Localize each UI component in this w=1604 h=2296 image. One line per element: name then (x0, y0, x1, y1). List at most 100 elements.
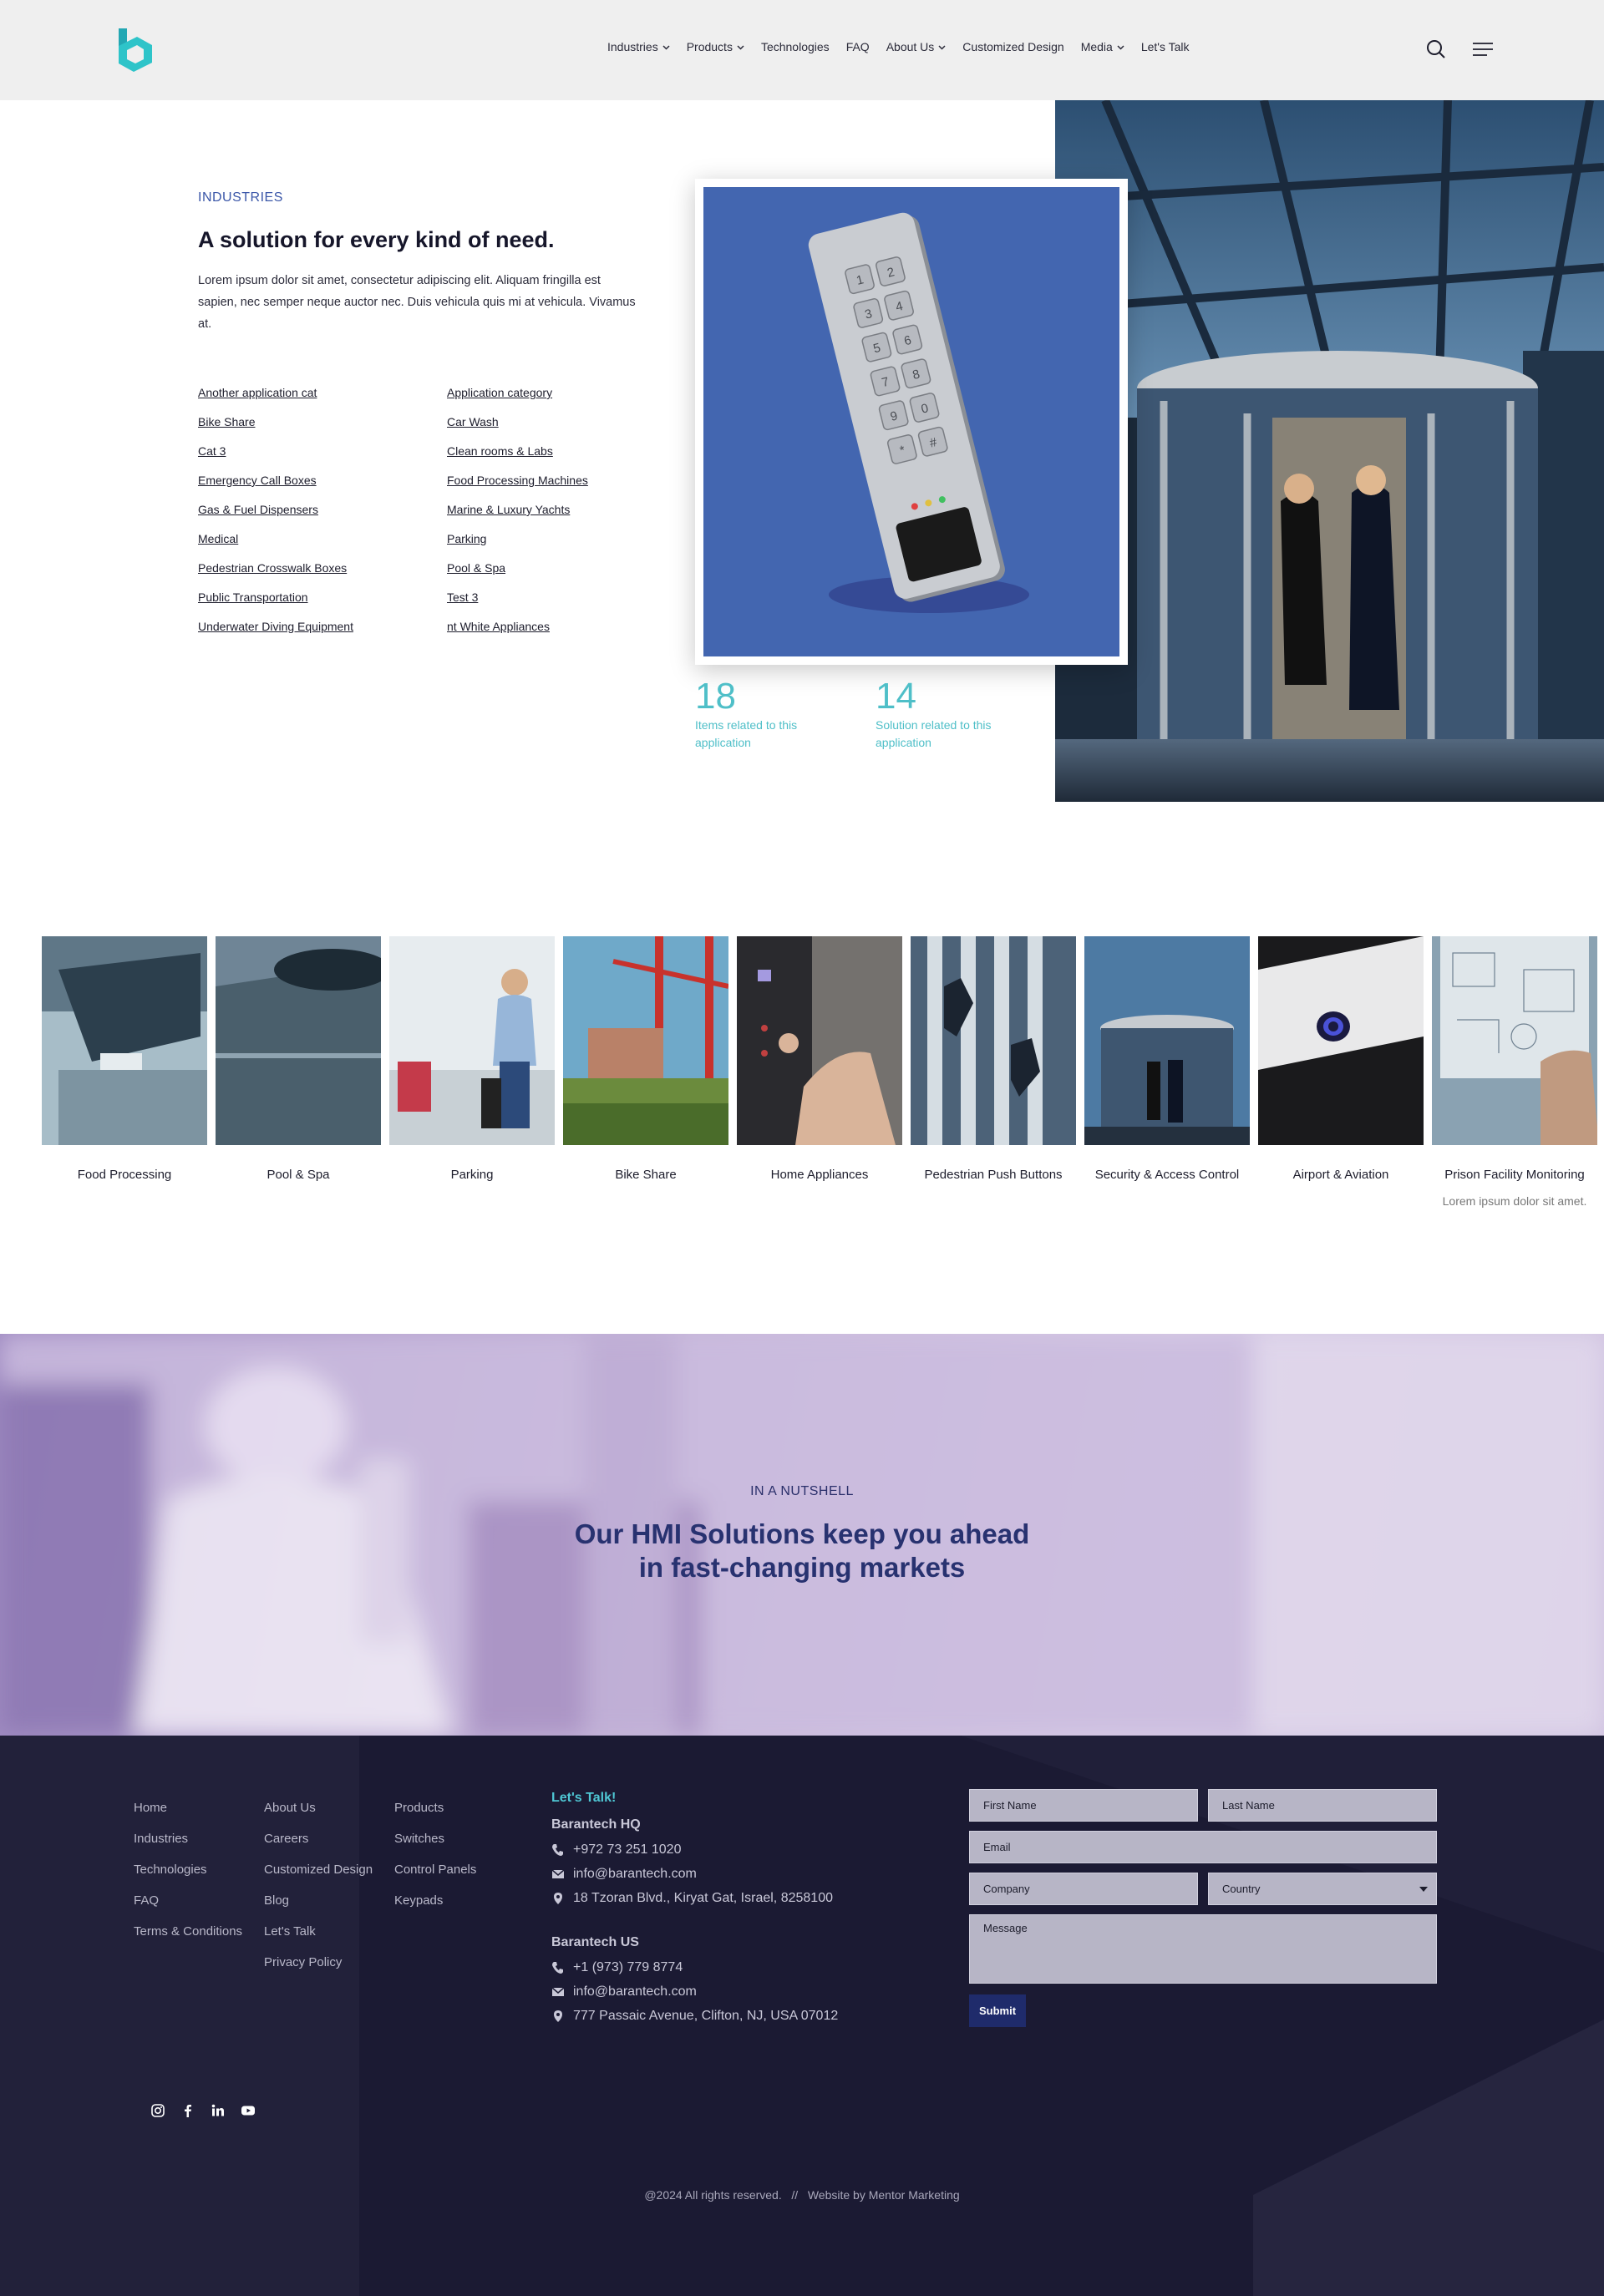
nav-item-customized-design[interactable]: Customized Design (962, 40, 1063, 53)
keypad-key: # (917, 426, 948, 457)
nutshell-title-line2: in fast-changing markets (638, 1552, 966, 1583)
category-image[interactable] (216, 936, 381, 1145)
us-email[interactable]: info@barantech.com (573, 1979, 697, 2004)
category-label[interactable]: Home Appliances (737, 1165, 902, 1185)
youtube-icon[interactable] (241, 2103, 256, 2118)
category-image[interactable] (42, 936, 207, 1145)
category-card[interactable]: Airport & Aviation (1258, 936, 1424, 1211)
footer-link[interactable]: Home (134, 1792, 242, 1823)
footer-link[interactable]: Control Panels (394, 1854, 476, 1885)
keypad-key: 2 (876, 256, 906, 286)
nav-item-technologies[interactable]: Technologies (761, 40, 830, 53)
industry-link[interactable]: Food Processing Machines (447, 474, 666, 487)
industry-link[interactable]: Pool & Spa (447, 561, 666, 575)
nav-item-faq[interactable]: FAQ (846, 40, 870, 53)
industry-link[interactable]: Test 3 (447, 590, 666, 604)
keypad-key: 8 (901, 358, 931, 389)
footer-link[interactable]: Careers (264, 1823, 373, 1854)
industry-link[interactable]: Medical (198, 532, 447, 545)
category-label[interactable]: Food Processing (42, 1165, 207, 1185)
category-card[interactable]: Security & Access Control (1084, 936, 1250, 1211)
category-label[interactable]: Pedestrian Push Buttons (911, 1165, 1076, 1185)
nav-item-let-s-talk[interactable]: Let's Talk (1141, 40, 1190, 53)
hero-paragraph: Lorem ipsum dolor sit amet, consectetur … (198, 274, 636, 331)
first-name-field[interactable]: First Name (969, 1789, 1198, 1822)
search-icon[interactable] (1425, 38, 1447, 60)
category-image[interactable] (1432, 936, 1597, 1145)
nav-item-industries[interactable]: Industries (607, 40, 670, 53)
footer-link[interactable]: Privacy Policy (264, 1947, 373, 1978)
linkedin-icon[interactable] (211, 2103, 226, 2118)
industry-link[interactable]: Cat 3 (198, 444, 447, 458)
nav-item-label: About Us (886, 40, 935, 53)
category-card[interactable]: Pedestrian Push Buttons (911, 936, 1076, 1211)
social-links (150, 2103, 256, 2118)
industry-link[interactable]: Bike Share (198, 415, 447, 428)
message-field[interactable]: Message (969, 1914, 1437, 1984)
category-label[interactable]: Parking (389, 1165, 555, 1185)
industry-link[interactable]: Pedestrian Crosswalk Boxes (198, 561, 447, 575)
industry-link[interactable]: Emergency Call Boxes (198, 474, 447, 487)
us-address: 777 Passaic Avenue, Clifton, NJ, USA 070… (573, 2009, 839, 2023)
category-card[interactable]: Home Appliances (737, 936, 902, 1211)
footer-link[interactable]: About Us (264, 1792, 373, 1823)
category-label[interactable]: Airport & Aviation (1258, 1165, 1424, 1185)
category-card[interactable]: Prison Facility Monitoring Lorem ipsum do… (1432, 936, 1597, 1211)
footer-link[interactable]: Switches (394, 1823, 476, 1854)
submit-button[interactable]: Submit (969, 1994, 1027, 2027)
category-card[interactable]: Parking (389, 936, 555, 1211)
last-name-field[interactable]: Last Name (1208, 1789, 1437, 1822)
industry-link[interactable]: Another application cat (198, 386, 447, 399)
hq-phone[interactable]: +972 73 251 1020 (573, 1837, 681, 1862)
industry-link[interactable]: Car Wash (447, 415, 666, 428)
category-image[interactable] (1084, 936, 1250, 1145)
industry-link[interactable]: nt White Appliances (447, 620, 666, 633)
main-nav: Industries Products Technologies FAQ About U… (607, 40, 1206, 53)
category-image[interactable] (1258, 936, 1424, 1145)
footer-link[interactable]: Customized Design (264, 1854, 373, 1885)
footer-link[interactable]: Let's Talk (264, 1916, 373, 1947)
industry-link[interactable]: Marine & Luxury Yachts (447, 503, 666, 516)
email-field[interactable]: Email (969, 1831, 1437, 1863)
category-image[interactable] (389, 936, 555, 1145)
category-description: Lorem ipsum dolor sit amet. (1442, 1194, 1587, 1208)
nav-item-media[interactable]: Media (1081, 40, 1124, 53)
category-image[interactable] (911, 936, 1076, 1145)
industry-link[interactable]: Parking (447, 532, 666, 545)
category-label[interactable]: Bike Share (563, 1165, 728, 1185)
footer-link[interactable]: Keypads (394, 1885, 476, 1916)
company-field[interactable]: Company (969, 1873, 1198, 1905)
nav-item-products[interactable]: Products (687, 40, 744, 53)
nav-item-about-us[interactable]: About Us (886, 40, 947, 53)
category-card[interactable]: Bike Share (563, 936, 728, 1211)
category-card[interactable]: Food Processing (42, 936, 207, 1211)
hq-email[interactable]: info@barantech.com (573, 1862, 697, 1886)
footer-link[interactable]: Industries (134, 1823, 242, 1854)
country-select[interactable]: Country (1208, 1873, 1437, 1905)
keypad-key: 0 (909, 393, 940, 423)
category-label[interactable]: Security & Access Control (1084, 1165, 1250, 1185)
footer-link[interactable]: Terms & Conditions (134, 1916, 242, 1947)
menu-icon[interactable] (1472, 38, 1494, 60)
footer-link[interactable]: Blog (264, 1885, 373, 1916)
facebook-icon[interactable] (180, 2103, 195, 2118)
industry-link[interactable]: Gas & Fuel Dispensers (198, 503, 447, 516)
category-label[interactable]: Prison Facility Monitoring (1432, 1165, 1597, 1185)
industry-link[interactable]: Application category (447, 386, 666, 399)
industry-links: Another application cat Application categ… (198, 386, 666, 633)
instagram-icon[interactable] (150, 2103, 165, 2118)
chevron-down-icon (662, 44, 670, 50)
category-card[interactable]: Pool & Spa (216, 936, 381, 1211)
category-image[interactable] (737, 936, 902, 1145)
footer-link[interactable]: Technologies (134, 1854, 242, 1885)
footer-link[interactable]: Products (394, 1792, 476, 1823)
category-image[interactable] (563, 936, 728, 1145)
us-phone[interactable]: +1 (973) 779 8774 (573, 1955, 683, 1979)
industry-link[interactable]: Clean rooms & Labs (447, 444, 666, 458)
industry-link[interactable]: Underwater Diving Equipment (198, 620, 447, 633)
footer-link[interactable]: FAQ (134, 1885, 242, 1916)
category-label[interactable]: Pool & Spa (216, 1165, 381, 1185)
barantech-logo[interactable] (115, 25, 157, 75)
industry-link[interactable]: Public Transportation (198, 590, 447, 604)
stat-items: 18 Items related to this application (695, 677, 876, 752)
